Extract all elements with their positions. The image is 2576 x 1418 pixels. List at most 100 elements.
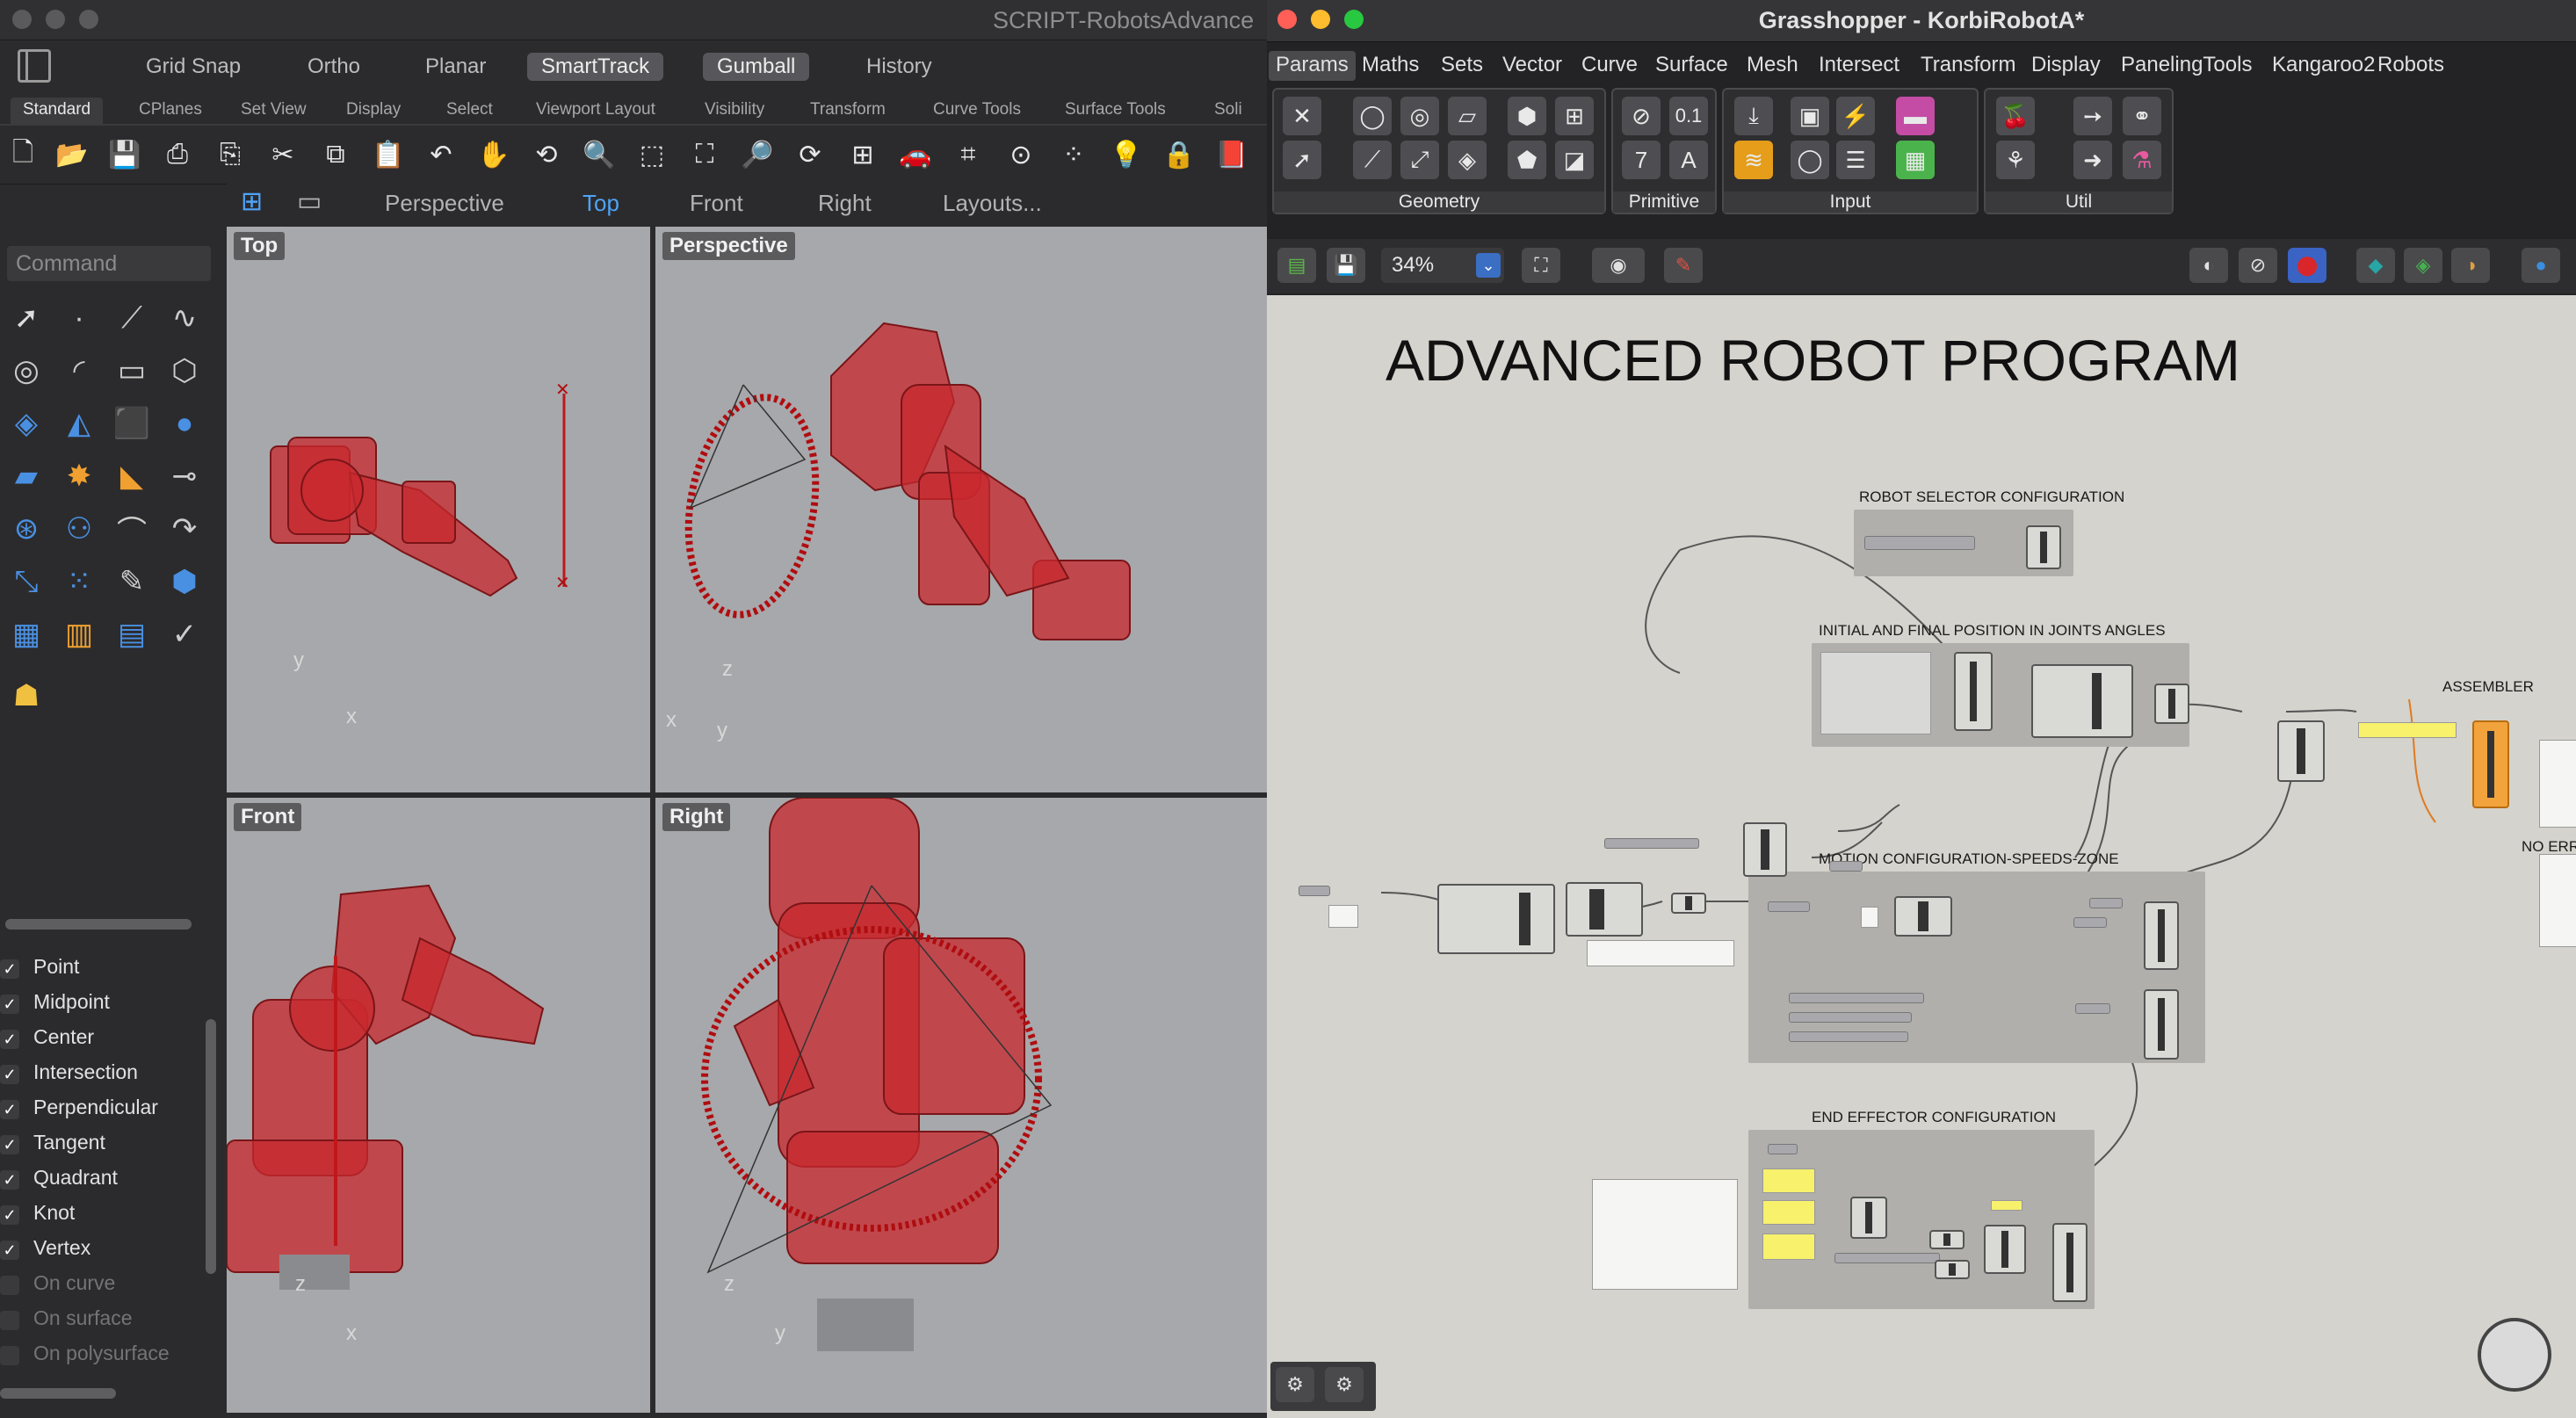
- open-folder-icon[interactable]: 📂: [53, 135, 91, 174]
- cut-icon[interactable]: ✂: [264, 135, 302, 174]
- zoom-button[interactable]: [79, 10, 98, 29]
- effector-component-2[interactable]: [1929, 1230, 1965, 1249]
- motion-slider-2[interactable]: [2089, 898, 2123, 908]
- param-vector-icon[interactable]: ➚: [1283, 141, 1321, 179]
- preview-off-icon[interactable]: ◐: [2189, 248, 2228, 283]
- undo-view-icon[interactable]: ⟳: [791, 135, 829, 174]
- explode-icon[interactable]: ✸: [56, 453, 102, 499]
- motion-slider-7[interactable]: [2075, 1003, 2110, 1014]
- properties-icon[interactable]: ▤: [109, 611, 155, 657]
- param-circle-icon[interactable]: ◯: [1353, 97, 1392, 135]
- arc-icon[interactable]: ◜: [56, 348, 102, 394]
- tab-cplanes[interactable]: CPlanes: [127, 98, 214, 124]
- viewport-perspective[interactable]: Perspective z x y: [655, 227, 1267, 792]
- print-icon[interactable]: ⎙: [158, 135, 197, 174]
- polyline-icon[interactable]: ⟋: [109, 295, 155, 341]
- tab-curve[interactable]: Curve: [1574, 51, 1645, 81]
- checkbox-icon[interactable]: ✓: [0, 1135, 19, 1154]
- checkbox-icon[interactable]: ✓: [0, 995, 19, 1014]
- util-arrow-icon[interactable]: ➜: [2073, 141, 2112, 179]
- param-curve-icon[interactable]: ◎: [1400, 97, 1439, 135]
- util-cluster-icon[interactable]: ⚭: [2123, 97, 2161, 135]
- param-x-icon[interactable]: ✕: [1283, 97, 1321, 135]
- zoom-selected-icon[interactable]: 🔎: [738, 135, 777, 174]
- render-icon[interactable]: ●: [2522, 248, 2560, 283]
- input-download-icon[interactable]: ⤓: [1734, 97, 1773, 135]
- materials-icon[interactable]: 📕: [1212, 135, 1251, 174]
- param-mesh-icon[interactable]: ⊞: [1555, 97, 1594, 135]
- osnap-tangent[interactable]: ✓ Tangent: [0, 1131, 105, 1162]
- tab-robots[interactable]: Robots: [2370, 51, 2451, 81]
- initial-final-component[interactable]: [2031, 664, 2133, 738]
- grid-array-icon[interactable]: ▦: [4, 611, 49, 657]
- save-file-icon[interactable]: 💾: [1327, 248, 1365, 283]
- osnap-center[interactable]: ✓ Center: [0, 1025, 94, 1057]
- paste-special-icon[interactable]: ⎘: [211, 135, 250, 174]
- motion-slider-4[interactable]: [1789, 993, 1924, 1003]
- input-component[interactable]: [1437, 884, 1555, 954]
- surface-icon[interactable]: ◈: [4, 401, 49, 446]
- param-text-icon[interactable]: A: [1669, 141, 1708, 179]
- osnap-icon[interactable]: ⊙: [1002, 135, 1040, 174]
- history-toggle[interactable]: History: [852, 53, 946, 81]
- robot-selector-component[interactable]: [2026, 525, 2061, 569]
- osnap-intersection[interactable]: ✓ Intersection: [0, 1060, 138, 1092]
- open-file-icon[interactable]: ▤: [1277, 248, 1316, 283]
- input-save-icon[interactable]: ▣: [1791, 97, 1829, 135]
- param-number-icon[interactable]: 0.1: [1669, 97, 1708, 135]
- speed-component[interactable]: [1743, 822, 1787, 877]
- effector-value-2[interactable]: [1762, 1200, 1815, 1225]
- ortho-toggle[interactable]: Ortho: [293, 53, 374, 81]
- light-icon[interactable]: 💡: [1107, 135, 1146, 174]
- effector-preview-panel[interactable]: [1592, 1179, 1738, 1290]
- osnap-on-surface[interactable]: ✓On surface: [0, 1306, 133, 1338]
- motion-config-component[interactable]: [1894, 896, 1952, 937]
- extrude-icon[interactable]: ◭: [56, 401, 102, 446]
- tab-display[interactable]: Display: [2024, 51, 2108, 81]
- tab-kangaroo2[interactable]: Kangaroo2: [2265, 51, 2382, 81]
- preview-selected-icon[interactable]: ◆: [2356, 248, 2395, 283]
- speed-slider[interactable]: [1604, 838, 1699, 849]
- four-viewport-icon[interactable]: ⊞: [241, 186, 263, 217]
- effector-slider-1[interactable]: [1768, 1144, 1798, 1154]
- motion-slider-6[interactable]: [1789, 1031, 1908, 1042]
- input-slider[interactable]: [1299, 886, 1330, 896]
- effector-slider-2[interactable]: [1834, 1253, 1940, 1263]
- osnap-perpendicular[interactable]: ✓ Perpendicular: [0, 1096, 158, 1127]
- zone-slider[interactable]: [1829, 861, 1863, 872]
- motion-slider-3[interactable]: [2073, 917, 2107, 928]
- command-input[interactable]: Command: [7, 246, 211, 281]
- horizontal-scrollbar-bottom[interactable]: [0, 1388, 116, 1399]
- tab-params[interactable]: Params: [1269, 51, 1356, 81]
- assembler-component[interactable]: [2472, 720, 2509, 808]
- tab-curve-tools[interactable]: Curve Tools: [921, 98, 1033, 124]
- zoom-extents-icon[interactable]: ⛶: [685, 135, 724, 174]
- joints-merge-component[interactable]: [1954, 652, 1993, 731]
- motion-out-component-1[interactable]: [2144, 901, 2179, 970]
- tab-surface-tools[interactable]: Surface Tools: [1053, 98, 1178, 124]
- tab-sets[interactable]: Sets: [1434, 51, 1490, 81]
- tab-visibility[interactable]: Visibility: [692, 98, 777, 124]
- points-on-icon[interactable]: ⁘: [1054, 135, 1093, 174]
- sphere-icon[interactable]: ●: [162, 401, 207, 446]
- canvas-navigator-icon[interactable]: [2478, 1318, 2551, 1392]
- planar-toggle[interactable]: Planar: [411, 53, 500, 81]
- four-view-icon[interactable]: ⊞: [843, 135, 882, 174]
- param-brep-icon[interactable]: ⬢: [1508, 97, 1546, 135]
- param-plane-icon[interactable]: ⤢: [1400, 141, 1439, 179]
- util-cherry-icon[interactable]: 🍒: [1996, 97, 2035, 135]
- check-icon[interactable]: ✓: [162, 611, 207, 657]
- zoom-window-icon[interactable]: ⬚: [633, 135, 671, 174]
- effector-component-3[interactable]: [1984, 1225, 2026, 1274]
- render-icon[interactable]: ☗: [4, 673, 49, 719]
- osnap-point[interactable]: ✓ Point: [0, 955, 79, 987]
- gumball-toggle[interactable]: Gumball: [703, 53, 810, 81]
- effector-value-4[interactable]: [1991, 1200, 2022, 1211]
- osnap-quadrant[interactable]: ✓ Quadrant: [0, 1166, 118, 1197]
- viewport-front[interactable]: Front z x: [227, 798, 650, 1413]
- grasshopper-logo-icon[interactable]: ⚙: [1276, 1367, 1314, 1402]
- checkbox-icon[interactable]: ✓: [0, 1311, 19, 1330]
- param-surface-icon[interactable]: ▱: [1448, 97, 1487, 135]
- tab-surface[interactable]: Surface: [1648, 51, 1735, 81]
- join-icon[interactable]: ⚇: [56, 506, 102, 552]
